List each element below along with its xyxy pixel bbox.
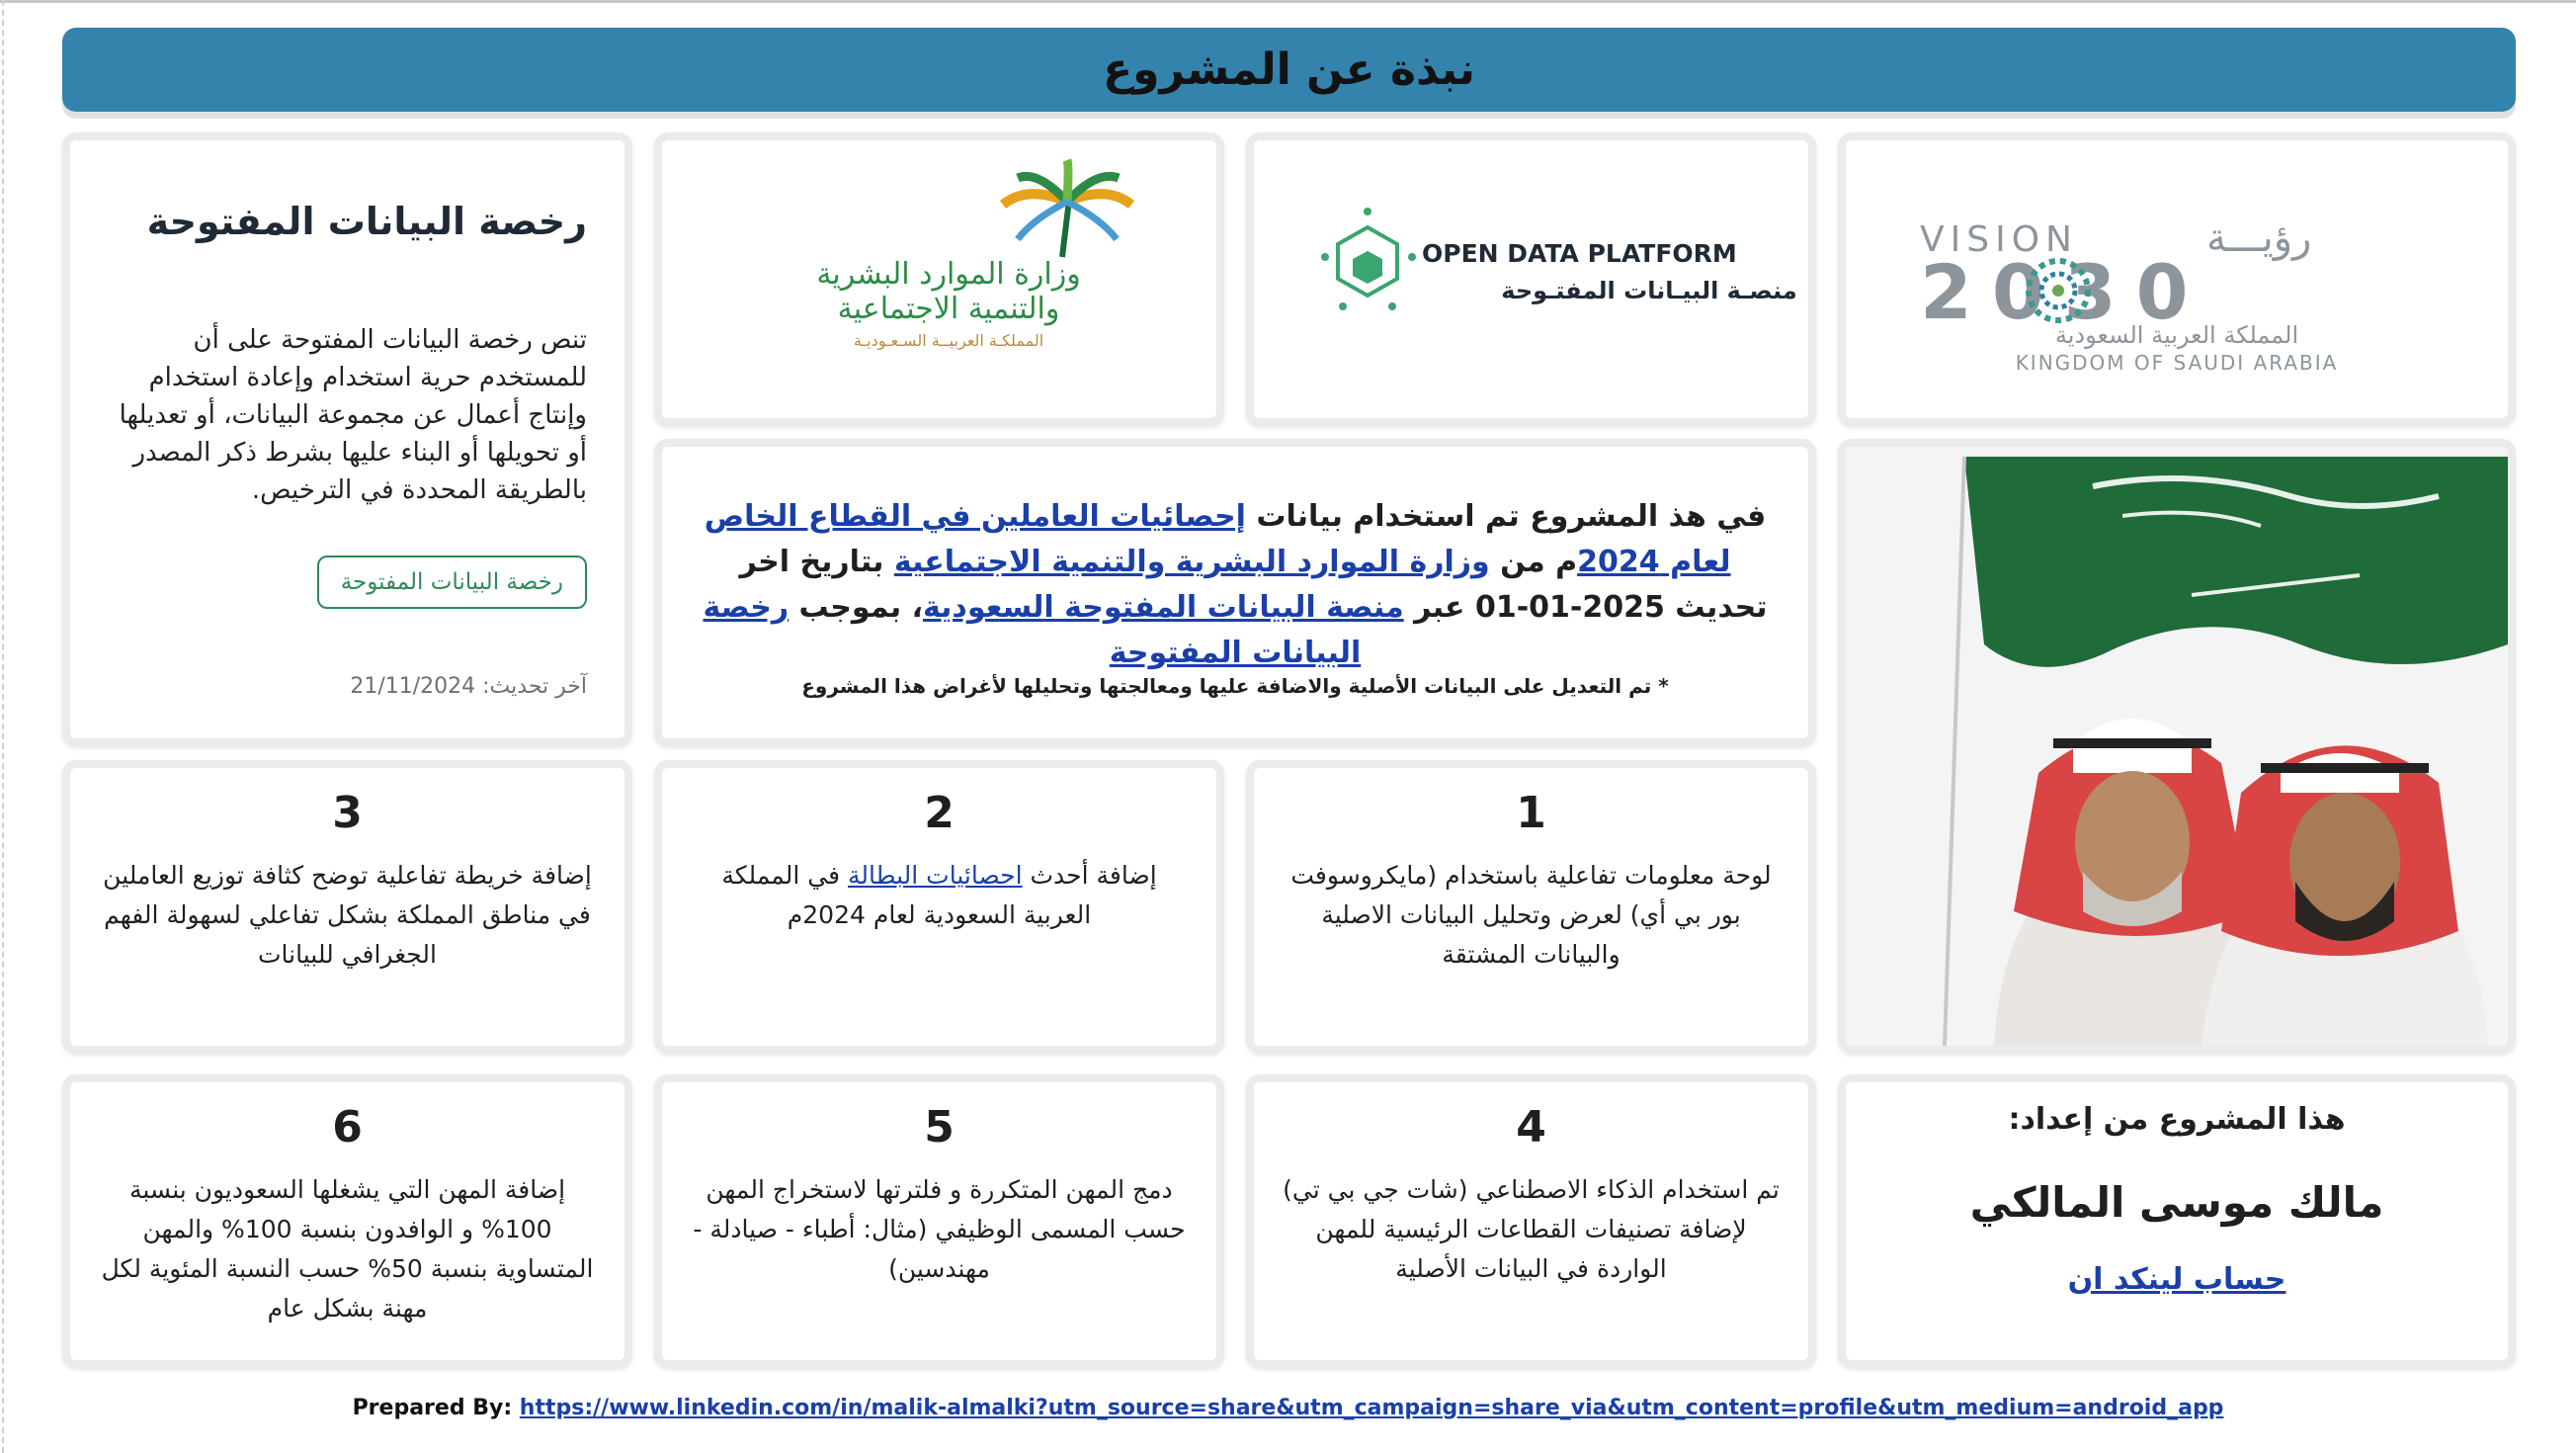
open-data-license-button[interactable]: رخصة البيانات المفتوحة bbox=[316, 556, 587, 609]
footer-linkedin-url[interactable]: https://www.linkedin.com/in/malik-almalk… bbox=[520, 1396, 2224, 1420]
feature-text: تم استخدام الذكاء الاصطناعي (شات جي بي ت… bbox=[1283, 1175, 1780, 1283]
about-text-part: م من bbox=[1489, 545, 1578, 579]
about-note: * تم التعديل على البيانات الأصلية والاضا… bbox=[801, 674, 1669, 698]
last-updated-date: 21/11/2024 bbox=[350, 674, 476, 699]
last-updated: آخر تحديث: 21/11/2024 bbox=[350, 674, 587, 699]
feature-card-1: 1 لوحة معلومات تفاعلية باستخدام (مايكروس… bbox=[1246, 760, 1816, 1054]
feature-number: 6 bbox=[332, 1102, 363, 1153]
open-data-card: OPEN DATA PLATFORM منصـة البيـانات المفت… bbox=[1246, 132, 1816, 426]
about-text: في هذ المشروع تم استخدام بيانات إحصائيات… bbox=[692, 494, 1779, 676]
feature-number: 5 bbox=[924, 1102, 955, 1153]
author-card: هذا المشروع من إعداد: مالك موسى المالكي … bbox=[1838, 1074, 2516, 1368]
ministry-link[interactable]: وزارة الموارد البشرية والتنمية الاجتماعي… bbox=[894, 545, 1490, 579]
feature-text: دمج المهن المتكررة و فلترتها لاستخراج ال… bbox=[693, 1175, 1186, 1283]
author-name: مالك موسى المالكي bbox=[1969, 1178, 2384, 1227]
vision-2030-logo: VISION رؤيـــة 2030 المملكة العربية السع… bbox=[1920, 215, 2339, 375]
author-linkedin-link[interactable]: حساب لينكد ان bbox=[2068, 1262, 2286, 1297]
feature-text: إضافة أحدث احصائيات البطالة في المملكة ا… bbox=[662, 856, 1216, 935]
footer-prefix: Prepared By: bbox=[352, 1396, 520, 1420]
top-border bbox=[0, 0, 2576, 3]
ministry-line1: وزارة الموارد البشرية bbox=[816, 257, 1080, 292]
vision-kingdom-ar: المملكة العربية السعودية bbox=[2055, 321, 2298, 349]
leaders-photo bbox=[1846, 447, 2508, 1046]
feature-card-4: 4 تم استخدام الذكاء الاصطناعي (شات جي بي… bbox=[1246, 1074, 1816, 1368]
about-text-part: في هذ المشروع تم استخدام بيانات bbox=[1245, 499, 1767, 534]
ministry-card: وزارة الموارد البشرية والتنمية الاجتماعي… bbox=[654, 132, 1224, 426]
open-data-logo: OPEN DATA PLATFORM منصـة البيـانات المفت… bbox=[1321, 208, 1797, 310]
feature-card-6: 6 إضافة المهن التي يشغلها السعوديون بنسب… bbox=[62, 1074, 632, 1368]
feature-card-5: 5 دمج المهن المتكررة و فلترتها لاستخراج … bbox=[654, 1074, 1224, 1368]
open-data-cube-icon bbox=[1321, 208, 1416, 310]
leaders-photo-card bbox=[1838, 439, 2516, 1054]
feature-text: إضافة خريطة تفاعلية توضح كثافة توزيع الع… bbox=[103, 861, 592, 969]
page-title: نبذة عن المشروع bbox=[1103, 44, 1475, 95]
feature-number: 1 bbox=[1516, 788, 1546, 838]
left-guide bbox=[2, 0, 4, 1453]
open-data-en: OPEN DATA PLATFORM bbox=[1422, 239, 1737, 268]
ministry-logo: وزارة الموارد البشرية والتنمية الاجتماعي… bbox=[816, 158, 1135, 351]
feature-card-3: 3 إضافة خريطة تفاعلية توضح كثافة توزيع ا… bbox=[62, 760, 632, 1054]
vision-kingdom-en: KINGDOM OF SAUDI ARABIA bbox=[2016, 351, 2339, 375]
unemployment-stats-link[interactable]: احصائيات البطالة bbox=[848, 861, 1023, 890]
license-body: تنص رخصة البيانات المفتوحة على أن للمستخ… bbox=[119, 325, 587, 505]
license-title: رخصة البيانات المفتوحة bbox=[146, 200, 587, 243]
ministry-line2: والتنمية الاجتماعية bbox=[838, 292, 1060, 326]
open-data-platform-link[interactable]: منصة البيانات المفتوحة السعودية bbox=[923, 590, 1404, 625]
about-card: في هذ المشروع تم استخدام بيانات إحصائيات… bbox=[654, 439, 1816, 746]
feature-number: 4 bbox=[1516, 1102, 1546, 1153]
feature-card-2: 2 إضافة أحدث احصائيات البطالة في المملكة… bbox=[654, 760, 1224, 1054]
feature-text: لوحة معلومات تفاعلية باستخدام (مايكروسوف… bbox=[1290, 861, 1772, 969]
feature-number: 3 bbox=[332, 788, 363, 838]
vision-arabic: رؤيـــة bbox=[2206, 215, 2311, 261]
feature-number: 2 bbox=[924, 788, 955, 838]
author-label: هذا المشروع من إعداد: bbox=[2008, 1102, 2346, 1137]
last-updated-label: آخر تحديث: bbox=[482, 674, 587, 699]
footer: Prepared By: https://www.linkedin.com/in… bbox=[0, 1396, 2576, 1420]
feature-text-part: إضافة أحدث bbox=[1022, 861, 1157, 890]
page-header: نبذة عن المشروع bbox=[62, 28, 2516, 112]
license-card: رخصة البيانات المفتوحة تنص رخصة البيانات… bbox=[62, 132, 632, 746]
palm-emblem-icon bbox=[999, 158, 1135, 258]
about-text-part: ، بموجب bbox=[789, 590, 923, 625]
ministry-line3: المملكـة العربيــة السـعـوديـة bbox=[854, 331, 1043, 351]
feature-text: إضافة المهن التي يشغلها السعوديون بنسبة … bbox=[101, 1175, 594, 1323]
vision-2030-card: VISION رؤيـــة 2030 المملكة العربية السع… bbox=[1838, 132, 2516, 426]
open-data-ar: منصـة البيـانات المفتـوحة bbox=[1501, 277, 1796, 304]
